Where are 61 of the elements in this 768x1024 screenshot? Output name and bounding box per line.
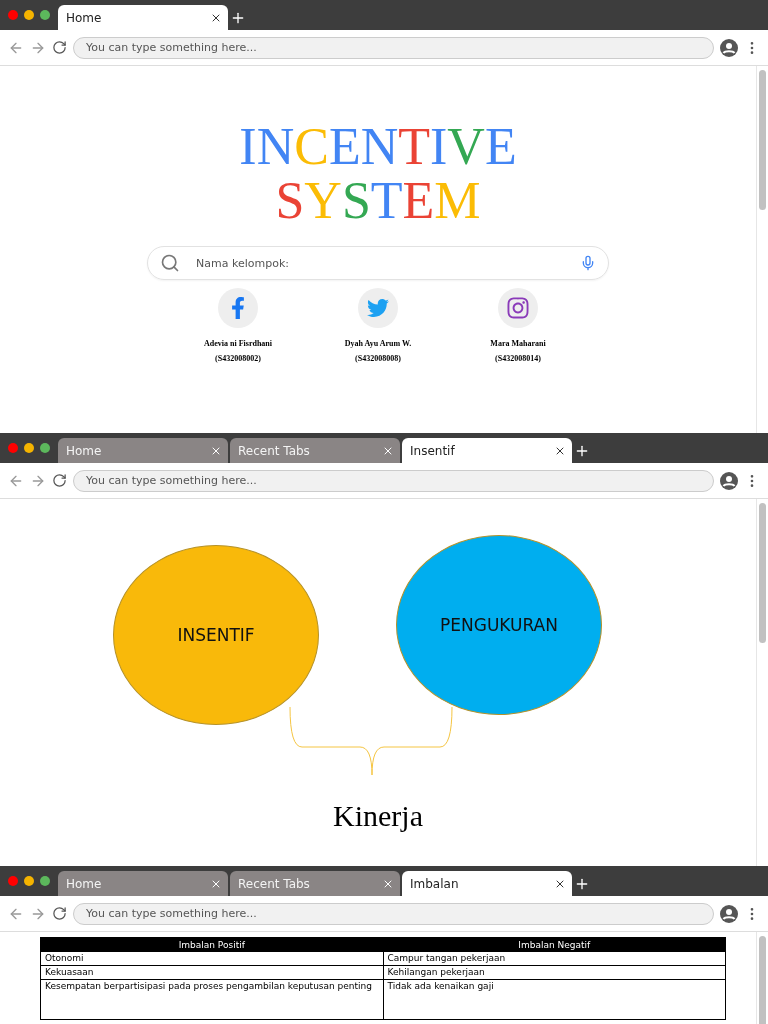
member-id: (S432008008) xyxy=(355,354,401,363)
maximize-window-dot[interactable] xyxy=(40,443,50,453)
member-name: Mara Maharani xyxy=(490,339,546,348)
table-cell: Kekuasaan xyxy=(40,965,383,980)
browser-tab[interactable]: Recent Tabs xyxy=(230,438,400,463)
column-header: Imbalan Negatif xyxy=(383,937,726,952)
ellipse-node: INSENTIF xyxy=(113,545,319,725)
reload-icon[interactable] xyxy=(52,40,67,55)
table-cell: Tidak ada kenaikan gaji xyxy=(383,979,726,1020)
scrollbar-thumb[interactable] xyxy=(759,503,766,643)
slide-title: INCENTIVE SYSTEM xyxy=(239,120,517,228)
browser-tab[interactable]: Home xyxy=(58,5,228,30)
close-window-dot[interactable] xyxy=(8,443,18,453)
member-name: Dyah Ayu Arum W. xyxy=(344,339,412,348)
browser-tab[interactable]: Home xyxy=(58,871,228,896)
table-cell: Campur tangan pekerjaan xyxy=(383,951,726,966)
ellipse-node: PENGUKURAN xyxy=(396,535,602,715)
table-cell: Kesempatan berpartisipasi pada proses pengambilan keputusan penting xyxy=(40,979,383,1020)
tab-label: Recent Tabs xyxy=(238,876,310,891)
column-header: Imbalan Positif xyxy=(40,937,383,952)
table-cell: Kehilangan pekerjaan xyxy=(383,965,726,980)
icon-circle[interactable] xyxy=(358,288,398,328)
tab-label: Imbalan xyxy=(410,876,459,891)
microphone-icon[interactable] xyxy=(580,255,596,271)
camera-icon xyxy=(506,296,530,320)
tab-label: Home xyxy=(66,443,102,458)
scrollbar-thumb[interactable] xyxy=(759,70,766,210)
search-icon xyxy=(160,253,180,273)
scrollbar[interactable] xyxy=(756,499,768,866)
maximize-window-dot[interactable] xyxy=(40,10,50,20)
account-icon[interactable] xyxy=(720,38,738,57)
close-window-dot[interactable] xyxy=(8,876,18,886)
account-icon[interactable] xyxy=(720,904,738,923)
address-field[interactable]: You can type something here... xyxy=(73,902,714,925)
tab-label: Home xyxy=(66,876,102,891)
address-field[interactable]: You can type something here... xyxy=(73,36,714,59)
address-field[interactable]: You can type something here... xyxy=(73,469,714,492)
icon-circle[interactable] xyxy=(218,288,258,328)
tab-label: Insentif xyxy=(410,443,455,458)
minimize-window-dot[interactable] xyxy=(24,443,34,453)
scrollbar[interactable] xyxy=(756,66,768,433)
browser-tab[interactable]: Recent Tabs xyxy=(230,871,400,896)
tab-label: Recent Tabs xyxy=(238,443,310,458)
browser-tab[interactable]: Insentif xyxy=(402,438,572,463)
account-icon[interactable] xyxy=(720,471,738,490)
member-id: (S432008002) xyxy=(215,354,261,363)
member-id: (S432008014) xyxy=(495,354,541,363)
browser-tab[interactable]: Imbalan xyxy=(402,871,572,896)
minimize-window-dot[interactable] xyxy=(24,10,34,20)
icon-circle[interactable] xyxy=(498,288,538,328)
table-cell: Otonomi xyxy=(40,951,383,966)
result-label: Kinerja xyxy=(332,799,424,833)
bird-icon xyxy=(367,297,389,319)
browser-tab[interactable]: Home xyxy=(58,438,228,463)
maximize-window-dot[interactable] xyxy=(40,876,50,886)
minimize-window-dot[interactable] xyxy=(24,876,34,886)
tab-label: Home xyxy=(66,10,102,25)
reload-icon[interactable] xyxy=(52,906,67,921)
member-name: Adevia ni Fisrdhani xyxy=(204,339,272,348)
reload-icon[interactable] xyxy=(52,473,67,488)
close-window-dot[interactable] xyxy=(8,10,18,20)
